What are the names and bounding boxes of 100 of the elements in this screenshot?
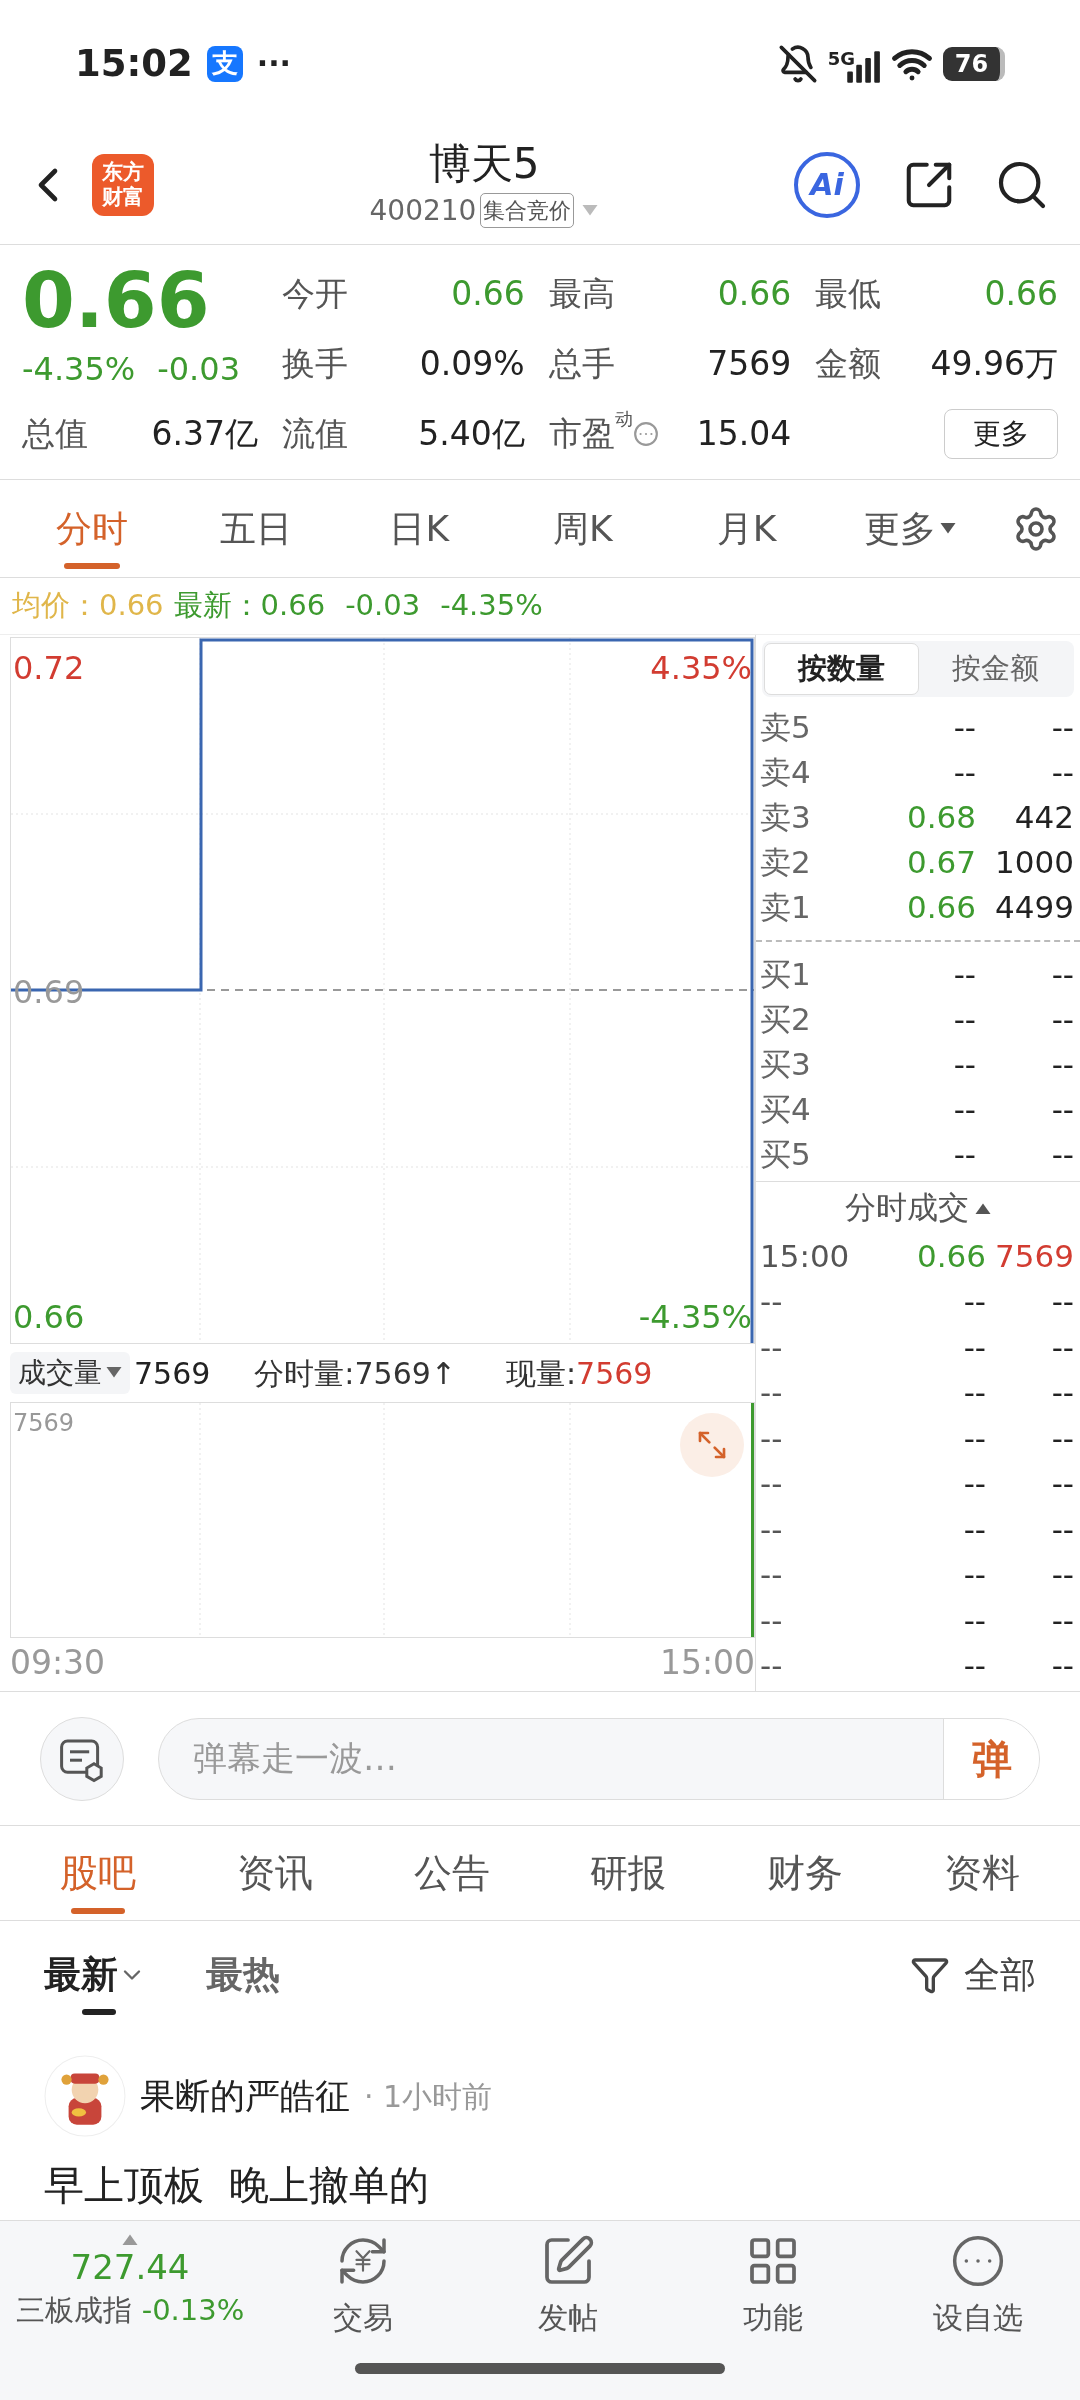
order-price: 0.67 xyxy=(905,843,976,883)
stat-label: 最低 xyxy=(815,273,882,316)
post-time: · 1小时前 xyxy=(364,2077,493,2116)
tab-indicator xyxy=(63,563,120,569)
tick-price: -- xyxy=(962,1555,986,1594)
tick-volume: -- xyxy=(1050,1282,1075,1321)
order-volume: 1000 xyxy=(994,843,1075,883)
start-time: 09:30 xyxy=(10,1642,106,1685)
latest-change-percent: -4.35% xyxy=(440,587,543,625)
order-level-label: 买1 xyxy=(759,955,812,995)
battery-icon: 76 xyxy=(943,46,1005,81)
nav-item[interactable]: 交易 xyxy=(260,2233,465,2340)
mute-icon xyxy=(777,43,818,84)
order-level-label: 买4 xyxy=(759,1090,812,1130)
average-price-label: 均价： xyxy=(12,587,99,625)
section-tab[interactable]: 公告 xyxy=(363,1826,540,1920)
order-price: -- xyxy=(952,1135,976,1175)
order-price: 0.68 xyxy=(905,798,976,838)
ai-button[interactable]: Ai xyxy=(794,151,860,218)
latest-price-label: 最新： xyxy=(173,587,261,625)
tick-price: -- xyxy=(962,1509,986,1549)
tick-volume: -- xyxy=(1050,1464,1075,1503)
change-amount: -0.03 xyxy=(157,349,240,390)
ticks-title: 分时成交 xyxy=(845,1188,969,1228)
order-mode-tab[interactable]: 按金额 xyxy=(919,643,1072,695)
stat-value: 6.37亿 xyxy=(151,413,258,456)
order-volume: -- xyxy=(1050,1045,1075,1085)
tick-time: -- xyxy=(759,1282,784,1321)
nav-item[interactable]: 发帖 xyxy=(465,2233,670,2340)
filter-icon xyxy=(910,1955,950,1995)
tick-time: -- xyxy=(759,1464,784,1503)
sort-tab[interactable]: 最新 xyxy=(44,1921,146,2029)
section-tab[interactable]: 股吧 xyxy=(10,1826,187,1920)
nav-item[interactable]: 功能 xyxy=(670,2233,875,2340)
volume-axis-max: 7569 xyxy=(13,1408,75,1439)
section-tab[interactable]: 资讯 xyxy=(186,1826,364,1920)
order-volume: -- xyxy=(1050,1090,1075,1130)
order-volume: -- xyxy=(1050,1000,1075,1040)
tick-volume: -- xyxy=(1050,1418,1075,1458)
current-price: 0.66 xyxy=(22,259,211,343)
order-price: 0.66 xyxy=(905,888,976,928)
tick-volume: -- xyxy=(1050,1373,1075,1412)
send-danmaku-button[interactable]: 弹 xyxy=(943,1718,1039,1799)
caret-icon xyxy=(582,204,599,217)
post-body[interactable]: 早上顶板 晚上撤单的 xyxy=(44,2163,1036,2207)
tick-time: -- xyxy=(759,1600,784,1640)
chart-tab[interactable]: 月K xyxy=(664,480,829,577)
filter-button[interactable]: 全部 xyxy=(910,1948,1036,2002)
chart-tab[interactable]: 分时 xyxy=(10,480,174,577)
chart-tab[interactable]: 更多 xyxy=(828,480,993,577)
tick-volume: -- xyxy=(1050,1327,1075,1367)
chart-tab[interactable]: 日K xyxy=(337,480,501,577)
tick-volume: -- xyxy=(1050,1555,1075,1594)
order-mode-tab[interactable]: 按数量 xyxy=(764,643,919,695)
order-volume: 442 xyxy=(1013,798,1075,838)
stat-value: 7569 xyxy=(707,343,792,386)
danmaku-input[interactable]: 弹幕走一波… 弹 xyxy=(158,1717,1040,1800)
tick-time: -- xyxy=(759,1418,784,1458)
chart-tab[interactable]: 周K xyxy=(501,480,665,577)
stat-value: 0.66 xyxy=(451,273,525,316)
status-time: 15:02 xyxy=(75,40,193,87)
order-price: -- xyxy=(952,708,976,748)
minute-volume: 分时量:7569↑ xyxy=(254,1354,456,1393)
more-button[interactable]: 更多 xyxy=(944,409,1058,459)
index-value: 727.44 xyxy=(70,2246,190,2289)
stat-value: 49.96万 xyxy=(930,343,1058,386)
sort-tab[interactable]: 最热 xyxy=(206,1921,280,2029)
order-price: -- xyxy=(952,1090,976,1130)
order-level-label: 买3 xyxy=(759,1045,812,1085)
order-volume: -- xyxy=(1050,753,1075,793)
axis-min-price: 0.66 xyxy=(13,1297,85,1338)
app-badge-icon: 支 xyxy=(206,45,243,82)
collapse-icon xyxy=(975,1201,991,1214)
danmaku-field[interactable]: 弹幕走一波… xyxy=(159,1733,943,1784)
nav-item[interactable]: 设自选 xyxy=(875,2233,1080,2340)
axis-min-percent: -4.35% xyxy=(638,1297,752,1338)
indicator-selector[interactable]: 成交量 xyxy=(10,1352,130,1394)
section-tab[interactable]: 研报 xyxy=(540,1826,717,1920)
order-volume: 4499 xyxy=(994,888,1075,928)
stat-label: 总值 xyxy=(22,413,88,456)
chart-tab[interactable]: 五日 xyxy=(173,480,338,577)
stat-value: 0.66 xyxy=(984,273,1058,316)
tick-price: -- xyxy=(962,1646,986,1685)
session-badge: 集合竞价 xyxy=(480,193,575,228)
tick-price: -- xyxy=(962,1600,986,1640)
order-level-label: 卖1 xyxy=(759,888,812,928)
stat-value: 15.04 xyxy=(696,413,792,456)
section-tab[interactable]: 财务 xyxy=(716,1826,894,1920)
notification-overflow: ··· xyxy=(256,45,291,83)
tick-volume: -- xyxy=(1050,1600,1075,1640)
volume-total: 7569 xyxy=(134,1354,211,1393)
post-author[interactable]: 果断的严皓征 xyxy=(140,2069,350,2123)
tick-time: -- xyxy=(759,1555,784,1594)
info-icon[interactable] xyxy=(632,421,659,447)
stat-label: 金额 xyxy=(815,343,882,386)
section-tab[interactable]: 资料 xyxy=(893,1826,1071,1920)
tick-price: -- xyxy=(962,1373,986,1412)
tab-indicator xyxy=(82,2009,116,2015)
expand-up-icon xyxy=(122,2233,138,2245)
expand-icon xyxy=(696,1429,728,1461)
